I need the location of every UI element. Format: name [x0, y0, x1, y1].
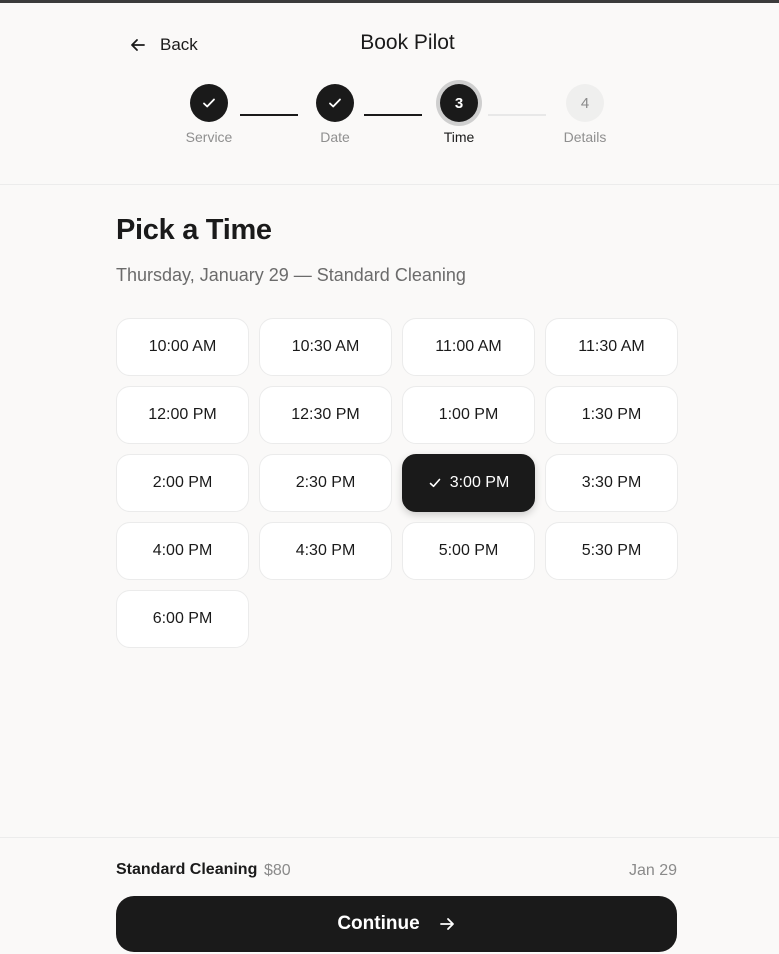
time-slot[interactable]: 6:00 PM: [116, 590, 249, 648]
page-subtitle: Thursday, January 29 — Standard Cleaning: [116, 265, 466, 285]
summary-price: $80: [264, 862, 291, 879]
time-slot[interactable]: 1:30 PM: [545, 386, 678, 444]
time-slot-label: 5:00 PM: [438, 542, 499, 559]
summary-service: Standard Cleaning: [116, 861, 258, 878]
time-slot[interactable]: 11:30 AM: [545, 318, 678, 376]
step-connector: [364, 114, 422, 116]
time-slot-label: 12:00 PM: [148, 406, 217, 423]
time-slot[interactable]: 12:00 PM: [116, 386, 249, 444]
time-slot-label: 1:00 PM: [438, 406, 499, 423]
time-slot-label: 4:00 PM: [152, 542, 213, 559]
window-top-border: [0, 0, 779, 3]
step-date-indicator: [316, 84, 354, 122]
time-slot[interactable]: 4:30 PM: [259, 522, 392, 580]
time-slot[interactable]: 5:00 PM: [402, 522, 535, 580]
time-slot[interactable]: 10:30 AM: [259, 318, 392, 376]
time-slot-label: 10:30 AM: [291, 338, 360, 355]
step-time-indicator: 3: [440, 84, 478, 122]
time-slot-label: 4:30 PM: [295, 542, 356, 559]
time-slot-label: 5:30 PM: [581, 542, 642, 559]
arrow-right-icon: [439, 918, 454, 930]
step-service-indicator: [190, 84, 228, 122]
time-slot-label: 1:30 PM: [581, 406, 642, 423]
time-slot[interactable]: 11:00 AM: [402, 318, 535, 376]
time-slot[interactable]: 10:00 AM: [116, 318, 249, 376]
time-slot[interactable]: 12:30 PM: [259, 386, 392, 444]
time-slot[interactable]: 4:00 PM: [116, 522, 249, 580]
check-icon: [429, 478, 441, 488]
time-slot[interactable]: 3:30 PM: [545, 454, 678, 512]
step-service-label: Service: [185, 129, 233, 145]
footer-divider: [0, 837, 779, 838]
time-slot-label: 11:00 AM: [435, 338, 502, 355]
time-slot-label: 11:30 AM: [578, 338, 645, 355]
step-details-indicator: 4: [566, 84, 604, 122]
continue-label: Continue: [337, 913, 420, 934]
time-slot[interactable]: 2:30 PM: [259, 454, 392, 512]
progress-stepper: Service Date 3 Time 4 Details: [0, 80, 779, 160]
step-connector: [488, 114, 546, 116]
check-icon: [203, 98, 215, 108]
time-slot-label: 3:00 PM: [449, 474, 510, 491]
step-connector: [240, 114, 298, 116]
summary-date: Jan 29: [628, 862, 677, 879]
time-slot[interactable]: 2:00 PM: [116, 454, 249, 512]
page-title: Pick a Time: [116, 214, 272, 246]
time-slot-label: 2:00 PM: [152, 474, 213, 491]
step-details-label: Details: [563, 129, 607, 145]
check-icon: [329, 98, 341, 108]
step-time-label: Time: [443, 129, 475, 145]
time-slot[interactable]: 1:00 PM: [402, 386, 535, 444]
time-slot-label: 6:00 PM: [152, 610, 213, 627]
header-divider: [0, 184, 779, 185]
time-slot-label: 2:30 PM: [295, 474, 356, 491]
app-title: Book Pilot: [360, 31, 455, 54]
time-slot[interactable]: 3:00 PM: [402, 454, 535, 512]
time-slot-grid: 10:00 AM 10:30 AM 11:00 AM 11:30 AM 12:00 PM…: [116, 318, 678, 648]
time-slot-label: 12:30 PM: [291, 406, 360, 423]
time-slot[interactable]: 5:30 PM: [545, 522, 678, 580]
step-date-label: Date: [320, 129, 350, 145]
time-slot-label: 3:30 PM: [581, 474, 642, 491]
time-slot-label: 10:00 AM: [148, 338, 217, 355]
step-details: 4 Details: [540, 84, 630, 145]
continue-button[interactable]: Continue: [116, 896, 677, 952]
